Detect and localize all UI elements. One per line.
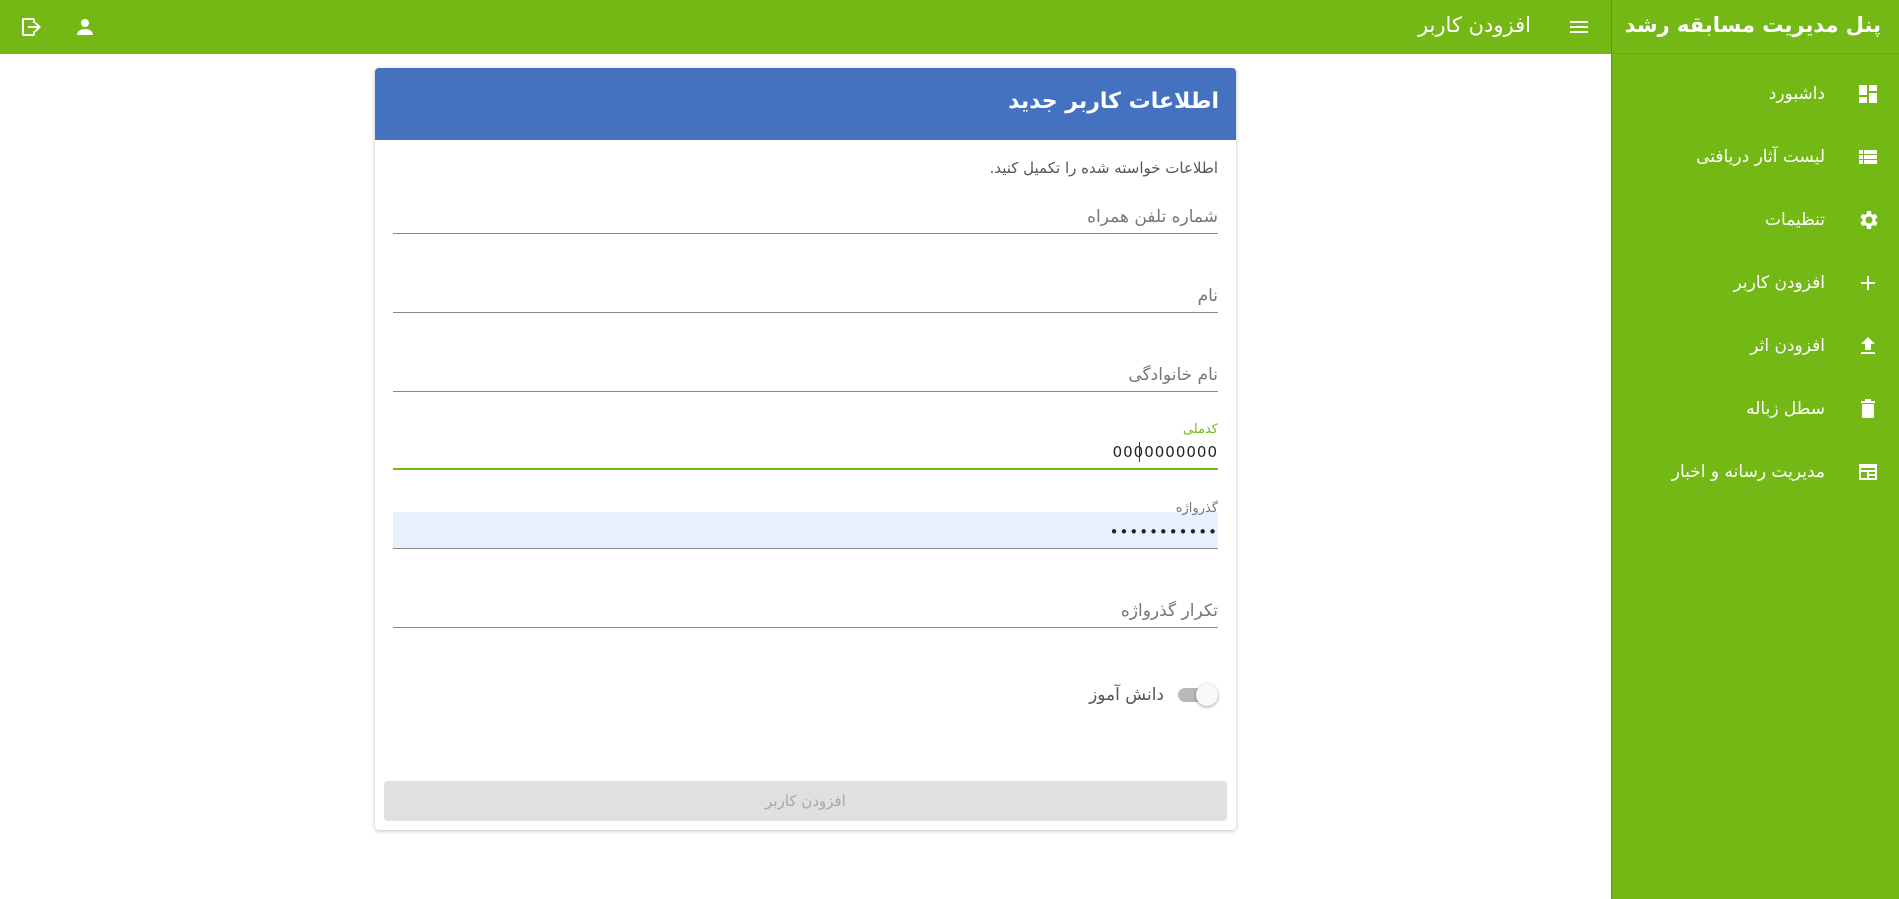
password-confirm-placeholder: تکرار گذرواژه — [1120, 601, 1218, 621]
first-name-field[interactable]: نام — [393, 273, 1218, 313]
password-label: گذرواژه — [1175, 501, 1218, 516]
plus-icon — [1855, 270, 1881, 296]
user-icon[interactable] — [70, 12, 100, 42]
autofill-background — [393, 512, 1218, 548]
sidebar-item-add-user[interactable]: افزودن کاربر — [1612, 251, 1899, 314]
card-body: اطلاعات خواسته شده را تکمیل کنید. شماره … — [375, 140, 1236, 830]
sidebar-item-label: مدیریت رسانه و اخبار — [1671, 461, 1825, 482]
student-toggle-row: دانش آموز — [1089, 680, 1218, 710]
upload-icon — [1855, 333, 1881, 359]
phone-field[interactable]: شماره تلفن همراه — [393, 194, 1218, 234]
national-code-label: کدملی — [1182, 422, 1218, 437]
student-toggle-label: دانش آموز — [1089, 685, 1164, 705]
sidebar-item-label: سطل زباله — [1746, 398, 1825, 419]
sidebar-item-settings[interactable]: تنظیمات — [1612, 188, 1899, 251]
trash-icon — [1855, 396, 1881, 422]
brand-title: پنل مدیریت مسابقه رشد — [1612, 0, 1899, 54]
sidebar-item-label: داشبورد — [1768, 83, 1825, 104]
form-intro: اطلاعات خواسته شده را تکمیل کنید. — [989, 159, 1218, 177]
add-user-card: اطلاعات کاربر جدید اطلاعات خواسته شده را… — [375, 68, 1236, 830]
last-name-placeholder: نام خانوادگی — [1128, 365, 1218, 385]
sidebar-item-add-work[interactable]: افزودن اثر — [1612, 314, 1899, 377]
last-name-field[interactable]: نام خانوادگی — [393, 352, 1218, 392]
toggle-thumb — [1196, 684, 1218, 706]
menu-icon[interactable] — [1564, 12, 1594, 42]
sidebar-item-label: تنظیمات — [1765, 209, 1825, 230]
password-confirm-field[interactable]: تکرار گذرواژه — [393, 588, 1218, 628]
student-toggle[interactable] — [1176, 680, 1218, 710]
text-caret — [1139, 442, 1140, 462]
dashboard-icon — [1855, 81, 1881, 107]
password-value: ••••••••••• — [1109, 523, 1218, 541]
sidebar-nav: داشبورد لیست آثار دریافتی تنظیمات افزودن… — [1612, 54, 1899, 503]
sidebar-item-dashboard[interactable]: داشبورد — [1612, 62, 1899, 125]
sidebar-item-trash[interactable]: سطل زباله — [1612, 377, 1899, 440]
sidebar: پنل مدیریت مسابقه رشد داشبورد لیست آثار … — [1611, 0, 1899, 899]
password-field[interactable]: گذرواژه ••••••••••• — [393, 501, 1218, 549]
phone-placeholder: شماره تلفن همراه — [1087, 207, 1218, 227]
sidebar-item-media-news[interactable]: مدیریت رسانه و اخبار — [1612, 440, 1899, 503]
top-app-bar: افزودن کاربر — [0, 0, 1611, 54]
sidebar-item-label: افزودن اثر — [1750, 335, 1825, 356]
national-code-field[interactable]: کدملی 0000000000 — [393, 422, 1218, 470]
sidebar-item-received-works[interactable]: لیست آثار دریافتی — [1612, 125, 1899, 188]
national-code-value: 0000000000 — [1112, 443, 1218, 461]
gear-icon — [1855, 207, 1881, 233]
card-title: اطلاعات کاربر جدید — [375, 68, 1236, 140]
page-title: افزودن کاربر — [1417, 13, 1531, 37]
list-icon — [1855, 144, 1881, 170]
news-icon — [1855, 459, 1881, 485]
first-name-placeholder: نام — [1197, 286, 1218, 306]
sidebar-item-label: لیست آثار دریافتی — [1696, 146, 1825, 167]
sidebar-item-label: افزودن کاربر — [1733, 272, 1826, 293]
logout-icon[interactable] — [16, 12, 46, 42]
add-user-button[interactable]: افزودن کاربر — [384, 781, 1227, 821]
